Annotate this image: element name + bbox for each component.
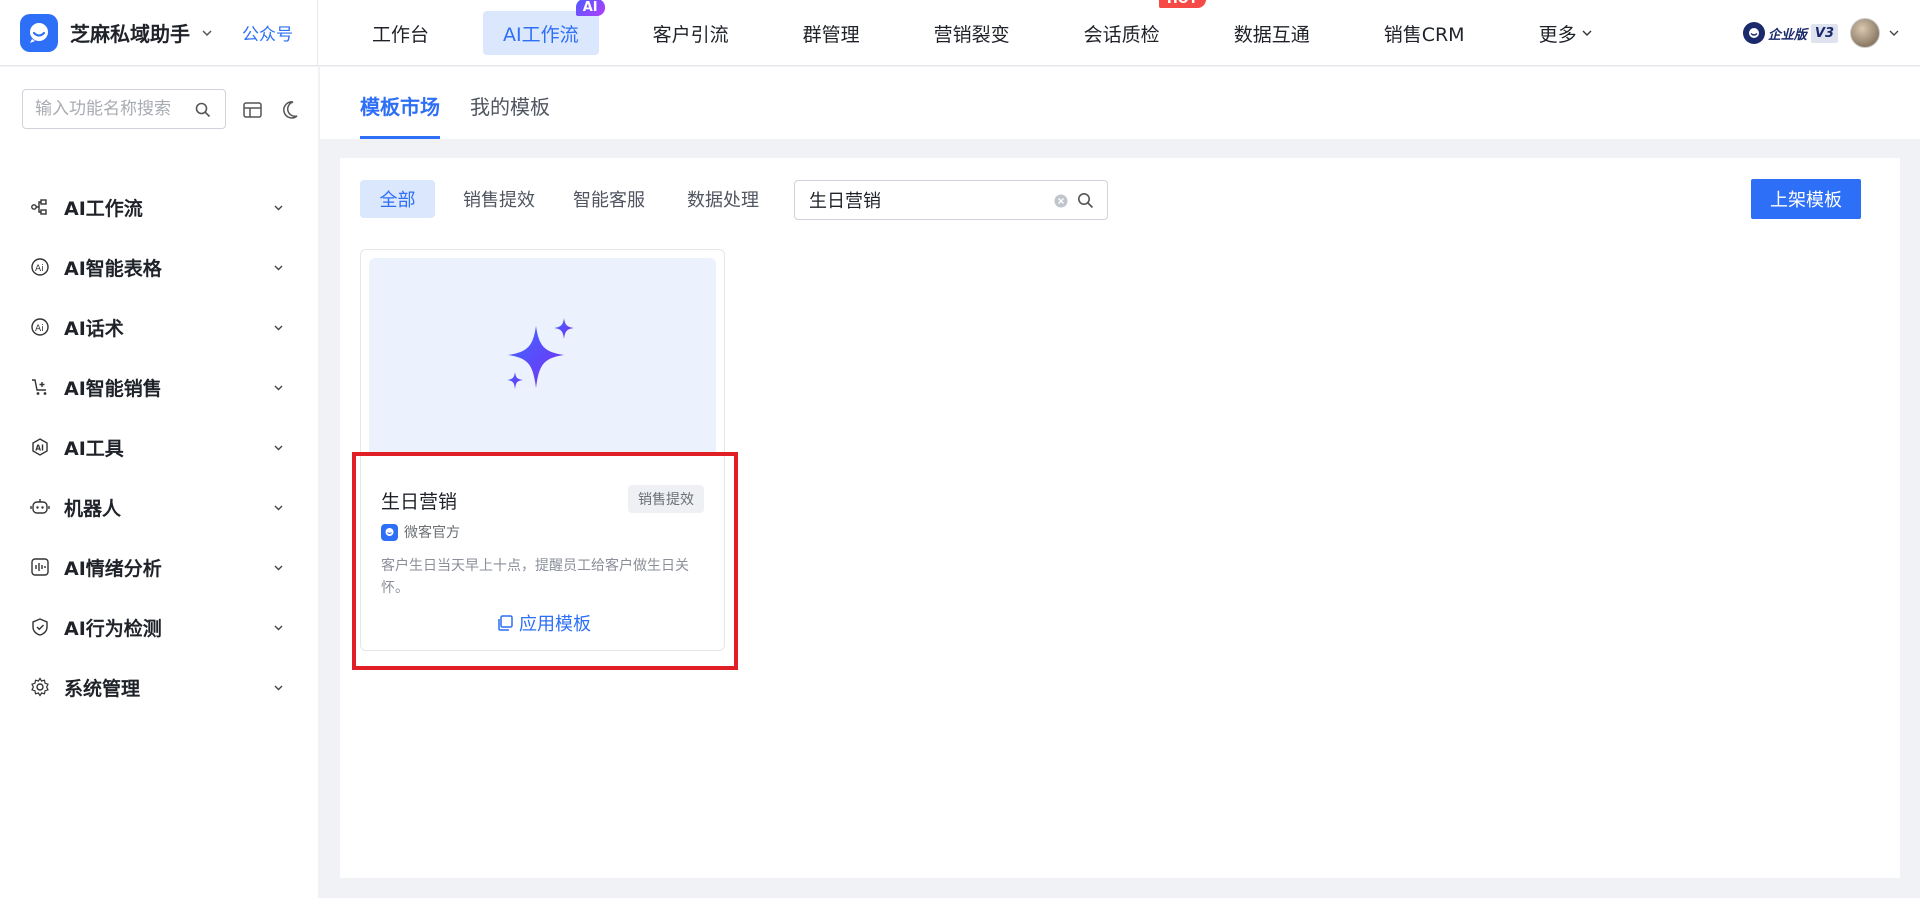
topnav-item-group-management[interactable]: 群管理 [783, 11, 880, 55]
chevron-down-icon[interactable] [1888, 27, 1900, 39]
sidebar-item-ai-table[interactable]: Ai AI智能表格 [0, 237, 318, 297]
ai-badge: AI [575, 0, 605, 16]
moon-icon[interactable] [282, 99, 304, 121]
gear-icon [30, 677, 50, 697]
chevron-down-icon [274, 325, 283, 331]
sidebar-item-behavior-detection[interactable]: AI行为检测 [0, 597, 318, 657]
sidebar-item-ai-sales[interactable]: AI智能销售 [0, 357, 318, 417]
layout-icon[interactable] [242, 99, 264, 121]
tab-my-templates[interactable]: 我的模板 [470, 91, 550, 139]
filter-smart-service[interactable]: 智能客服 [562, 180, 656, 218]
tab-template-market[interactable]: 模板市场 [360, 91, 440, 139]
topnav-item-session-inspection[interactable]: 会话质检HOT [1064, 0, 1206, 55]
emotion-chart-icon [30, 557, 50, 577]
edition-label: 企业版 [1767, 27, 1807, 43]
sidebar-item-emotion-analysis[interactable]: AI情绪分析 [0, 537, 318, 597]
sidebar-search-input[interactable] [23, 90, 183, 128]
sidebar-item-ai-tools[interactable]: AI AI工具 [0, 417, 318, 477]
chevron-down-icon [274, 685, 283, 691]
sidebar-item-ai-script[interactable]: Ai AI话术 [0, 297, 318, 357]
sidebar-item-ai-workflow[interactable]: AI工作流 [0, 177, 318, 237]
top-nav: 工作台 AI工作流AI 客户引流 群管理 营销裂变 会话质检HOT 数据互通 销… [318, 0, 1647, 66]
clear-icon[interactable] [1053, 193, 1069, 209]
chevron-down-icon [1582, 30, 1592, 36]
filter-sales-efficiency[interactable]: 销售提效 [452, 180, 546, 218]
template-cover [369, 258, 716, 456]
official-account-link[interactable]: 公众号 [242, 20, 293, 45]
sidebar-item-robot[interactable]: 机器人 [0, 477, 318, 537]
chevron-down-icon [274, 445, 283, 451]
highlight-box [352, 452, 738, 670]
version-label: V3 [1810, 23, 1838, 43]
filter-all[interactable]: 全部 [360, 180, 435, 218]
sidebar: AI工作流 Ai AI智能表格 Ai AI话术 AI智能销售 AI AI工具 机… [0, 67, 318, 898]
brand-logo-icon [20, 13, 58, 52]
hot-badge: HOT [1158, 0, 1206, 8]
enterprise-logo-icon [1742, 22, 1765, 44]
topnav-item-customer-acquisition[interactable]: 客户引流 [633, 11, 749, 55]
chevron-down-icon [274, 385, 283, 391]
ai-table-icon: Ai [30, 257, 50, 277]
publish-template-button[interactable]: 上架模板 [1751, 179, 1861, 219]
robot-icon [30, 497, 50, 517]
cart-icon [30, 377, 50, 397]
template-search-input[interactable] [795, 181, 1035, 219]
sparkle-icon [506, 318, 574, 389]
topnav-item-data-interop[interactable]: 数据互通 [1214, 11, 1330, 55]
filter-data-processing[interactable]: 数据处理 [676, 180, 770, 218]
search-icon[interactable] [195, 102, 211, 118]
topnav-item-workbench[interactable]: 工作台 [352, 11, 449, 55]
chevron-down-icon [274, 565, 283, 571]
enterprise-badge[interactable]: 企业版 V3 [1742, 20, 1838, 46]
chevron-down-icon[interactable] [200, 26, 214, 40]
account-area: 企业版 V3 [1742, 18, 1900, 48]
chevron-down-icon [274, 205, 283, 211]
sidebar-menu: AI工作流 Ai AI智能表格 Ai AI话术 AI智能销售 AI AI工具 机… [0, 177, 318, 717]
topnav-item-marketing-fission[interactable]: 营销裂变 [914, 11, 1030, 55]
topnav-item-more[interactable]: 更多 [1519, 11, 1613, 55]
workflow-icon [30, 197, 50, 217]
svg-text:Ai: Ai [35, 264, 44, 274]
ai-tool-icon: AI [30, 437, 50, 457]
topnav-item-sales-crm[interactable]: 销售CRM [1364, 11, 1485, 55]
chevron-down-icon [274, 265, 283, 271]
template-search [794, 180, 1108, 220]
avatar[interactable] [1850, 18, 1880, 48]
template-tabs: 模板市场 我的模板 [320, 67, 1920, 139]
topnav-item-ai-workflow[interactable]: AI工作流 AI [483, 0, 605, 55]
brand-name[interactable]: 芝麻私域助手 [70, 18, 190, 47]
chevron-down-icon [274, 505, 283, 511]
search-icon[interactable] [1077, 192, 1094, 209]
chevron-down-icon [274, 625, 283, 631]
top-bar: 芝麻私域助手 公众号 工作台 AI工作流 AI 客户引流 群管理 营销裂变 会话质… [0, 0, 1920, 66]
svg-text:AI: AI [35, 444, 44, 453]
shield-check-icon [30, 617, 50, 637]
svg-text:Ai: Ai [35, 324, 44, 334]
ai-script-icon: Ai [30, 317, 50, 337]
brand-area: 芝麻私域助手 公众号 [0, 0, 318, 66]
template-panel: 全部 销售提效 智能客服 数据处理 上架模板 生日营销 销售提效 [340, 158, 1900, 878]
sidebar-search [22, 89, 226, 129]
sidebar-item-system-management[interactable]: 系统管理 [0, 657, 318, 717]
